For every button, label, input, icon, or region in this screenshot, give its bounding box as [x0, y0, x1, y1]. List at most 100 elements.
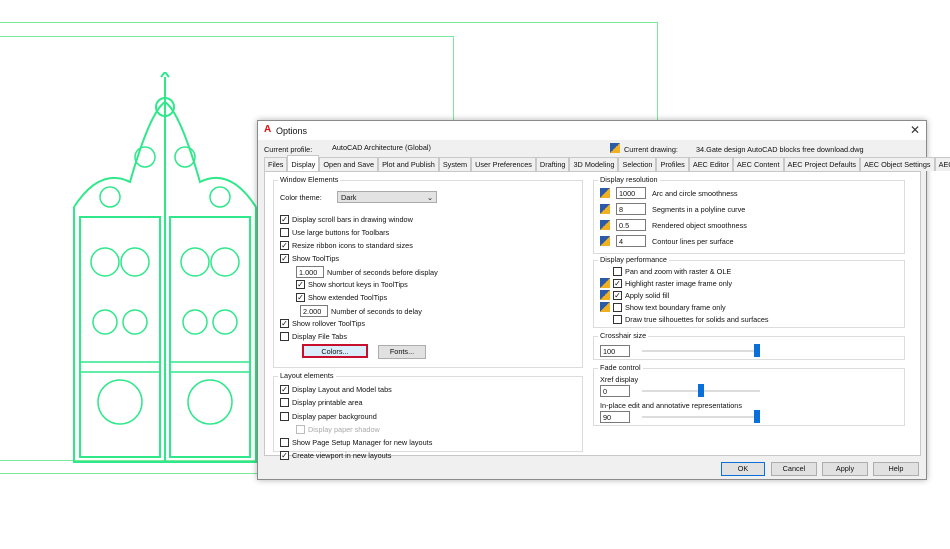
checkbox-row[interactable]: Display printable area [280, 398, 363, 407]
cancel-button[interactable]: Cancel [771, 462, 817, 476]
tab-display[interactable]: Display [287, 155, 320, 171]
checkbox-label: Display paper shadow [308, 425, 380, 434]
tab-drafting[interactable]: Drafting [535, 157, 570, 171]
tab-open-and-save[interactable]: Open and Save [319, 157, 379, 171]
resolution-label: Rendered object smoothness [652, 220, 747, 230]
checkbox-row[interactable]: Show Page Setup Manager for new layouts [280, 438, 432, 447]
checkbox[interactable]: ✓ [280, 241, 289, 250]
checkbox-row[interactable]: ✓ Show rollover ToolTips [280, 319, 365, 328]
checkbox[interactable] [613, 314, 622, 324]
resolution-input[interactable]: 4 [616, 235, 646, 247]
checkbox[interactable] [280, 412, 289, 421]
checkbox-row[interactable]: ✓ Apply solid fill [600, 290, 669, 300]
checkbox[interactable] [296, 425, 305, 434]
drawing-border-line [0, 473, 258, 474]
drawing-border-line [0, 36, 453, 37]
resolution-input[interactable]: 1000 [616, 187, 646, 199]
checkbox-row[interactable]: Draw true silhouettes for solids and sur… [600, 314, 769, 324]
drawing-saved-icon [600, 204, 610, 214]
checkbox-row[interactable]: ✓ Resize ribbon icons to standard sizes [280, 241, 413, 250]
checkbox-row[interactable]: ✓ Display scroll bars in drawing window [280, 215, 413, 224]
checkbox[interactable] [280, 398, 289, 407]
checkbox-label: Show rollover ToolTips [292, 319, 366, 328]
checkbox-row[interactable]: ✓ Show extended ToolTips [296, 293, 387, 302]
number-input[interactable]: 1.000 [296, 266, 324, 278]
help-button[interactable]: Help [873, 462, 919, 476]
checkbox-label: Display File Tabs [292, 332, 348, 341]
checkbox[interactable]: ✓ [296, 293, 305, 302]
checkbox-row[interactable]: ✓ Highlight raster image frame only [600, 278, 732, 288]
checkbox[interactable] [280, 228, 289, 237]
tab-aec-dimension[interactable]: AEC Dimension [934, 157, 950, 171]
checkbox[interactable]: ✓ [280, 254, 289, 263]
ok-button[interactable]: OK [721, 462, 765, 476]
checkbox-row[interactable]: Pan and zoom with raster & OLE [600, 266, 731, 276]
number-input-row: 2.000 Number of seconds to delay [300, 305, 422, 317]
checkbox-row[interactable]: ✓ Show ToolTips [280, 254, 339, 263]
xref-slider-thumb[interactable] [698, 384, 704, 397]
color-theme-select[interactable]: Dark ⌄ [337, 191, 437, 203]
resolution-row: 1000 Arc and circle smoothness [600, 187, 738, 199]
tab-3d-modeling[interactable]: 3D Modeling [569, 157, 619, 171]
inplace-slider-thumb[interactable] [754, 410, 760, 423]
colors-button[interactable]: Colors... [302, 344, 368, 358]
display-resolution-group: Display resolution 1000 Arc and circle sm… [593, 175, 905, 254]
fonts-button[interactable]: Fonts... [378, 345, 426, 359]
checkbox[interactable] [613, 266, 622, 276]
crosshair-size-input[interactable]: 100 [600, 345, 630, 357]
tab-aec-content[interactable]: AEC Content [732, 157, 784, 171]
tab-plot-and-publish[interactable]: Plot and Publish [378, 157, 439, 171]
inplace-slider-track[interactable] [642, 416, 760, 418]
checkbox[interactable]: ✓ [613, 290, 622, 300]
resolution-input[interactable]: 8 [616, 203, 646, 215]
checkbox-row[interactable]: ✓ Display Layout and Model tabs [280, 385, 392, 394]
checkbox[interactable]: ✓ [613, 278, 622, 288]
tab-aec-object-settings[interactable]: AEC Object Settings [860, 157, 935, 171]
group-title: Crosshair size [598, 331, 649, 340]
checkbox-row[interactable]: ✓ Show shortcut keys in ToolTips [296, 280, 408, 289]
checkbox-row[interactable]: Display File Tabs [280, 332, 347, 341]
checkbox-row[interactable]: Display paper background [280, 412, 377, 421]
inplace-edit-label: In-place edit and annotative representat… [600, 401, 742, 410]
checkbox[interactable] [280, 332, 289, 341]
current-profile-label: Current profile: [264, 145, 313, 154]
checkbox[interactable]: ✓ [280, 385, 289, 394]
resolution-input[interactable]: 0.5 [616, 219, 646, 231]
resolution-row: 8 Segments in a polyline curve [600, 203, 745, 215]
resolution-row: 0.5 Rendered object smoothness [600, 219, 747, 231]
crosshair-slider-track[interactable] [642, 350, 760, 352]
group-title: Fade control [598, 363, 643, 372]
window-elements-group: Window Elements Color theme: Dark ⌄ ✓ Dis… [273, 175, 583, 368]
crosshair-slider-thumb[interactable] [754, 344, 760, 357]
inplace-edit-input[interactable]: 90 [600, 411, 630, 423]
tab-files[interactable]: Files [264, 157, 288, 171]
number-input-row: 1.000 Number of seconds before display [296, 266, 438, 278]
close-icon[interactable]: ✕ [910, 123, 920, 137]
checkbox[interactable] [613, 302, 622, 312]
number-input[interactable]: 2.000 [300, 305, 328, 317]
checkbox[interactable]: ✓ [280, 215, 289, 224]
tab-aec-project-defaults[interactable]: AEC Project Defaults [783, 157, 861, 171]
checkbox-row[interactable]: Show text boundary frame only [600, 302, 726, 312]
checkbox-row[interactable]: Display paper shadow [296, 425, 380, 434]
checkbox[interactable]: ✓ [296, 280, 305, 289]
tab-selection[interactable]: Selection [618, 157, 657, 171]
tab-user-preferences[interactable]: User Preferences [471, 157, 536, 171]
checkbox-row[interactable]: Use large buttons for Toolbars [280, 228, 389, 237]
resolution-label: Arc and circle smoothness [652, 188, 738, 198]
apply-button[interactable]: Apply [822, 462, 868, 476]
checkbox[interactable]: ✓ [280, 319, 289, 328]
current-drawing-label: Current drawing: [624, 145, 678, 154]
tab-aec-editor[interactable]: AEC Editor [688, 157, 733, 171]
checkbox-label: Show text boundary frame only [625, 302, 726, 312]
checkbox-label: Display Layout and Model tabs [292, 385, 392, 394]
display-performance-group: Display performance Pan and zoom with ra… [593, 255, 905, 328]
tab-profiles[interactable]: Profiles [656, 157, 689, 171]
tab-system[interactable]: System [438, 157, 472, 171]
drawing-saved-icon [600, 220, 610, 230]
xref-display-input[interactable]: 0 [600, 385, 630, 397]
checkbox-row[interactable]: ✓ Create viewport in new layouts [280, 451, 391, 460]
checkbox[interactable]: ✓ [280, 451, 289, 460]
checkbox[interactable] [280, 438, 289, 447]
autocad-logo-icon: A [264, 124, 272, 135]
